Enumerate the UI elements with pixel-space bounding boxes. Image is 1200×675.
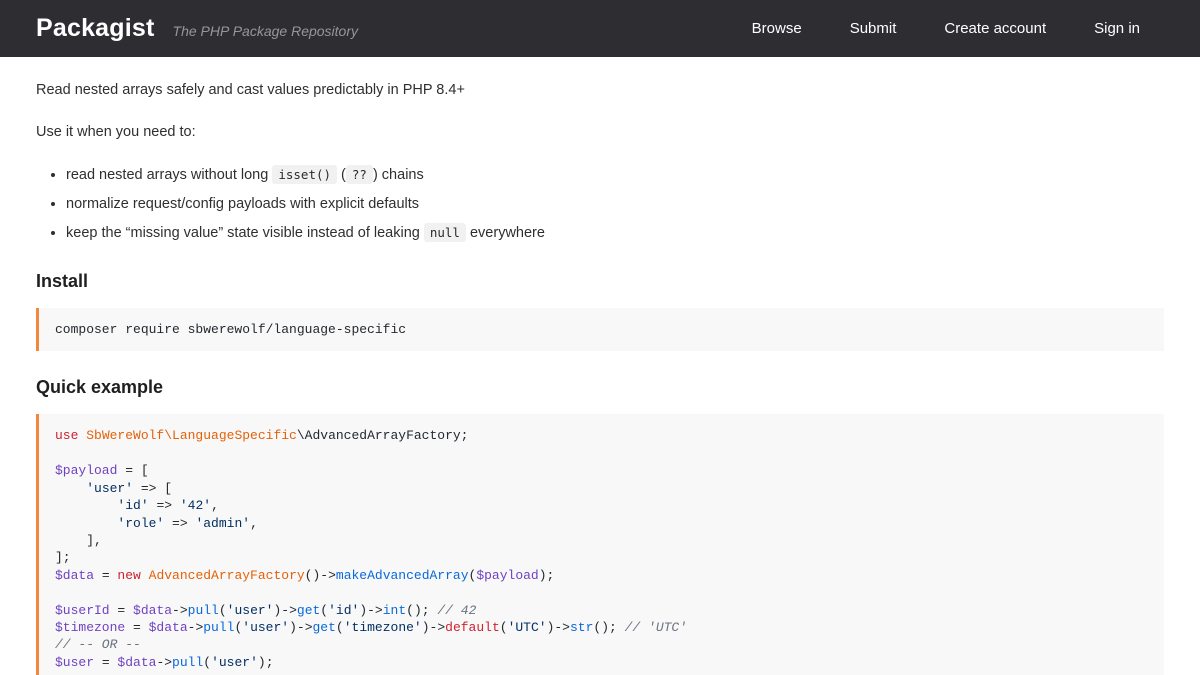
code-line: 'user' => [ [55, 480, 1148, 497]
feature-list: read nested arrays without long isset() … [36, 164, 1164, 246]
code-line: use SbWereWolf\LanguageSpecific\Advanced… [55, 427, 1148, 444]
nav-sign-in[interactable]: Sign in [1070, 10, 1164, 47]
list-item: keep the “missing value” state visible i… [66, 222, 1164, 245]
example-heading: Quick example [36, 377, 1164, 398]
code-line: $timezone = $data->pull('user')->get('ti… [55, 619, 1148, 636]
code-line: $payload = [ [55, 462, 1148, 479]
install-heading: Install [36, 271, 1164, 292]
nav-create-account[interactable]: Create account [920, 10, 1070, 47]
top-navbar: Packagist The PHP Package Repository Bro… [0, 0, 1200, 57]
code-line: 'id' => '42', [55, 497, 1148, 514]
inline-code: isset() [272, 165, 337, 184]
inline-code: null [424, 223, 466, 242]
code-line [55, 671, 1148, 675]
example-code: use SbWereWolf\LanguageSpecific\Advanced… [55, 427, 1148, 675]
list-item: normalize request/config payloads with e… [66, 193, 1164, 216]
code-line: $data = new AdvancedArrayFactory()->make… [55, 567, 1148, 584]
brand-logo[interactable]: Packagist [36, 14, 155, 43]
use-when-paragraph: Use it when you need to: [36, 122, 1164, 144]
nav-submit[interactable]: Submit [826, 10, 921, 47]
brand-tagline: The PHP Package Repository [173, 23, 358, 39]
list-item: read nested arrays without long isset() … [66, 164, 1164, 187]
code-line: 'role' => 'admin', [55, 515, 1148, 532]
install-code-block: composer require sbwerewolf/language-spe… [36, 308, 1164, 351]
install-command: composer require sbwerewolf/language-spe… [55, 322, 406, 337]
example-code-block: use SbWereWolf\LanguageSpecific\Advanced… [36, 414, 1164, 675]
code-line: // -- OR -- [55, 636, 1148, 653]
readme-content: Read nested arrays safely and cast value… [0, 57, 1200, 675]
code-line [55, 445, 1148, 462]
nav-browse[interactable]: Browse [728, 10, 826, 47]
main-nav: Browse Submit Create account Sign in [728, 10, 1164, 47]
code-line: ], [55, 532, 1148, 549]
code-line [55, 584, 1148, 601]
inline-code: ?? [346, 165, 373, 184]
code-line: $user = $data->pull('user'); [55, 654, 1148, 671]
code-line: $userId = $data->pull('user')->get('id')… [55, 602, 1148, 619]
intro-paragraph: Read nested arrays safely and cast value… [36, 80, 1164, 102]
code-line: ]; [55, 549, 1148, 566]
